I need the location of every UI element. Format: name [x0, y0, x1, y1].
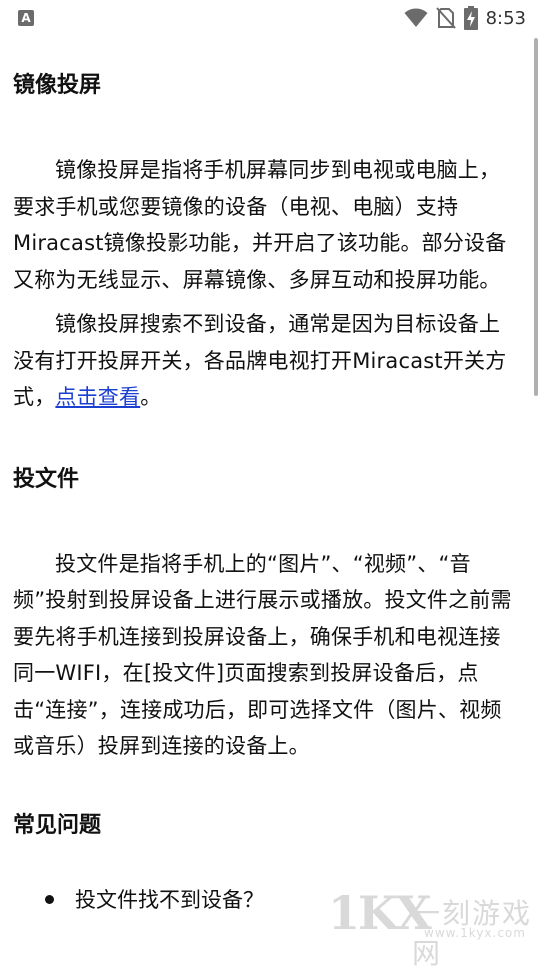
watermark: 1KX 一刻游戏网 www.1kyx.com: [328, 886, 540, 970]
battery-charging-icon: [463, 6, 478, 30]
watermark-url: www.1kyx.com: [424, 926, 526, 940]
file-cast-description: 投文件是指将手机上的“图片”、“视频”、“音频”投射到投屏设备上进行展示或播放。…: [13, 551, 512, 759]
status-time: 8:53: [485, 7, 526, 29]
scrollbar-thumb[interactable]: [534, 38, 538, 396]
no-sim-icon: [435, 7, 456, 29]
bullet-icon: [45, 895, 54, 904]
mirror-cast-description: 镜像投屏是指将手机屏幕同步到电视或电脑上，要求手机或您要镜像的设备（电视、电脑）…: [13, 158, 507, 292]
section-title-mirror-cast: 镜像投屏: [13, 73, 102, 98]
help-content: 镜像投屏 镜像投屏是指将手机屏幕同步到电视或电脑上，要求手机或您要镜像的设备（电…: [13, 36, 519, 918]
wifi-icon: [404, 8, 428, 27]
section-title-faq: 常见问题: [13, 812, 102, 838]
mirror-cast-troubleshoot: 镜像投屏搜索不到设备，通常是因为目标设备上没有打开投屏开关，各品牌电视打开Mir…: [13, 312, 507, 409]
app-notification-icon: A: [18, 10, 34, 26]
section-title-file-cast: 投文件: [13, 466, 80, 492]
status-bar: A 8:53: [0, 0, 540, 36]
faq-item-label: 投文件找不到设备？: [75, 887, 264, 912]
view-instructions-link[interactable]: 点击查看: [55, 385, 140, 409]
